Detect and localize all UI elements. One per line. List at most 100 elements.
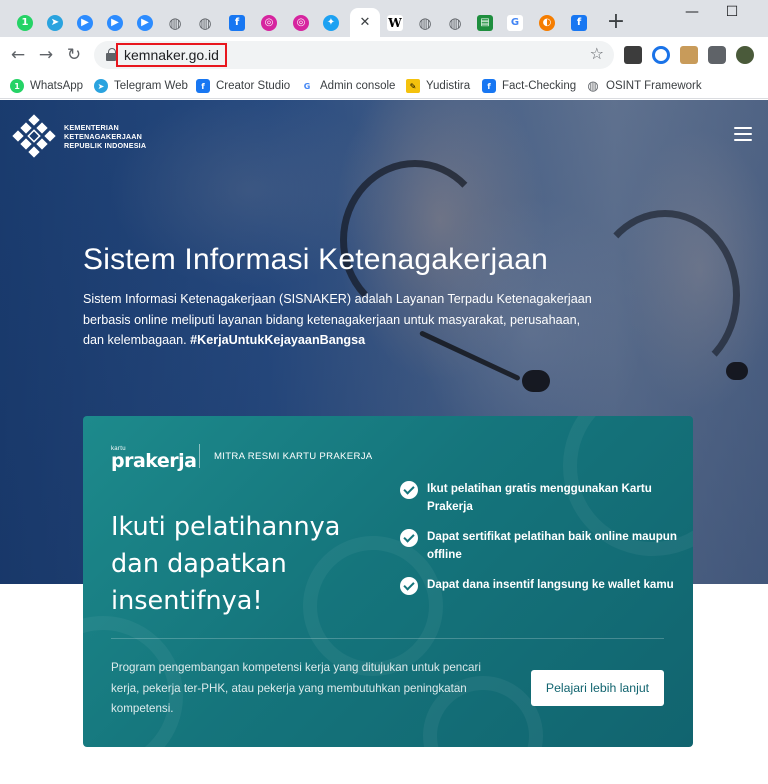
benefit-item: Dapat dana insentif langsung ke wallet k… [400,576,680,595]
bookmark-label: Creator Studio [216,80,291,92]
hero-title: Sistem Informasi Ketenagakerjaan [83,243,548,276]
zoom-icon: ▶ [107,14,123,31]
tab[interactable]: ▶ [70,8,100,37]
telegram-icon: ➤ [94,79,108,93]
tab[interactable]: G [500,8,530,37]
extension-c-icon[interactable] [652,46,670,64]
bookmark-item[interactable]: ➤ Telegram Web [94,77,188,95]
tab[interactable]: ➤ [40,8,70,37]
bookmark-label: OSINT Framework [606,80,702,92]
instagram-icon: ◎ [261,14,277,31]
tab[interactable]: ▤ [470,8,500,37]
back-button[interactable]: ← [6,43,30,67]
tab[interactable]: ◍ [190,8,220,37]
tab[interactable]: ▶ [100,8,130,37]
whatsapp-icon: 1 [17,14,33,31]
bookmark-item[interactable]: G Admin console [300,77,395,95]
prakerja-logo: kartu prakerja [111,446,197,471]
globe-icon: ◍ [587,78,599,94]
prakerja-card: kartu prakerja MITRA RESMI KARTU PRAKERJ… [83,416,693,747]
tab[interactable]: ◎ [254,8,284,37]
card-title: Ikuti pelatihannya dan dapatkan insentif… [111,512,341,616]
logo-line: KETENAGAKERJAAN [64,131,143,141]
whatsapp-icon: 1 [10,79,24,93]
bookmarks-bar: 1 WhatsApp ➤ Telegram Web f Creator Studio G Ad… [0,73,768,99]
facebook-icon: f [482,79,496,93]
url-text[interactable]: kemnaker.go.id [116,43,227,67]
menu-hamburger-icon[interactable] [734,127,752,141]
new-tab-button[interactable]: + [604,10,628,34]
kemnaker-logo[interactable]: KEMENTERIAN KETENAGAKERJAAN REPUBLIK IND… [12,114,146,158]
bookmark-item[interactable]: f Fact-Checking [482,77,576,95]
google-icon: G [300,79,314,93]
tab[interactable]: ◎ [286,8,316,37]
benefit-list: Ikut pelatihan gratis menggunakan Kartu … [400,480,680,606]
close-icon[interactable]: ✕ [357,15,373,31]
bookmark-item[interactable]: f Creator Studio [196,77,290,95]
lock-icon[interactable] [106,48,116,61]
kemnaker-emblem-icon [12,114,56,158]
tab[interactable]: ◍ [440,8,470,37]
logo-divider [199,444,200,468]
facebook-icon: f [196,79,210,93]
bookmark-item[interactable]: 1 WhatsApp [10,77,83,95]
tab[interactable]: ▶ [130,8,160,37]
tab-active[interactable]: ✕ [350,8,380,37]
tab[interactable]: ◐ [532,8,562,37]
profile-avatar[interactable] [736,46,754,64]
bookmark-item[interactable]: ◍ OSINT Framework [586,77,702,95]
zoom-icon: ▶ [137,14,153,31]
check-circle-icon [400,577,418,595]
bookmark-item[interactable]: ✎ Yudistira [406,77,470,95]
web-page: KEMENTERIAN KETENAGAKERJAAN REPUBLIK IND… [0,100,768,784]
tab[interactable]: f [222,8,252,37]
mitra-label: MITRA RESMI KARTU PRAKERJA [214,451,373,462]
globe-icon: ◍ [418,13,432,32]
extensions-puzzle-icon[interactable] [708,46,726,64]
tab[interactable]: W [380,8,410,37]
telegram-icon: ➤ [47,14,63,31]
maximize-button[interactable]: ☐ [720,4,744,24]
minimize-button[interactable]: — [680,4,704,24]
card-divider [111,638,664,639]
bookmark-label: Yudistira [426,80,471,92]
globe-icon: ◍ [198,13,212,32]
instagram-icon: ◎ [293,14,309,31]
tab[interactable]: f [564,8,594,37]
reload-button[interactable]: ↻ [62,43,86,67]
pen-icon: ✎ [406,79,420,93]
benefit-item: Dapat sertifikat pelatihan baik online m… [400,528,680,564]
tab[interactable]: 1 [10,8,40,37]
globe-icon: ◍ [448,13,462,32]
google-icon: G [507,14,523,31]
wikipedia-icon: W [387,14,403,31]
check-circle-icon [400,529,418,547]
address-bar[interactable]: kemnaker.go.id ☆ [94,41,614,69]
browser-toolbar: ← → ↻ kemnaker.go.id ☆ [0,37,768,73]
tab[interactable]: ◍ [160,8,190,37]
bookmark-label: WhatsApp [30,80,84,92]
zoom-icon: ▶ [77,14,93,31]
tab[interactable]: ◍ [410,8,440,37]
facebook-icon: f [229,14,245,31]
extension-box-icon[interactable] [680,46,698,64]
benefit-text: Ikut pelatihan gratis menggunakan Kartu … [427,482,652,513]
bookmark-star-icon[interactable]: ☆ [590,44,604,63]
extension-glasses-icon[interactable] [624,46,642,64]
logo-line: REPUBLIK INDONESIA [64,140,147,150]
microphone-shape [726,362,748,380]
benefit-text: Dapat sertifikat pelatihan baik online m… [427,530,677,561]
tab-strip: 1 ➤ ▶ ▶ ▶ ◍ ◍ f ◎ ◎ ✦ ✕ W ◍ ◍ ▤ G ◐ f + — ☐ [0,0,768,37]
twitter-icon: ✦ [323,14,339,31]
bookmark-label: Telegram Web [114,80,188,92]
bookmark-label: Fact-Checking [502,80,577,92]
headset-shape [590,210,740,380]
card-footer-text: Program pengembangan kompetensi kerja ya… [111,661,481,715]
document-icon: ▤ [477,14,493,31]
forward-button[interactable]: → [34,43,58,67]
learn-more-button[interactable]: Pelajari lebih lanjut [531,670,664,706]
bookmark-label: Admin console [320,80,396,92]
tab[interactable]: ✦ [316,8,346,37]
check-circle-icon [400,481,418,499]
hero-hashtag: #KerjaUntukKejayaanBangsa [190,333,366,347]
